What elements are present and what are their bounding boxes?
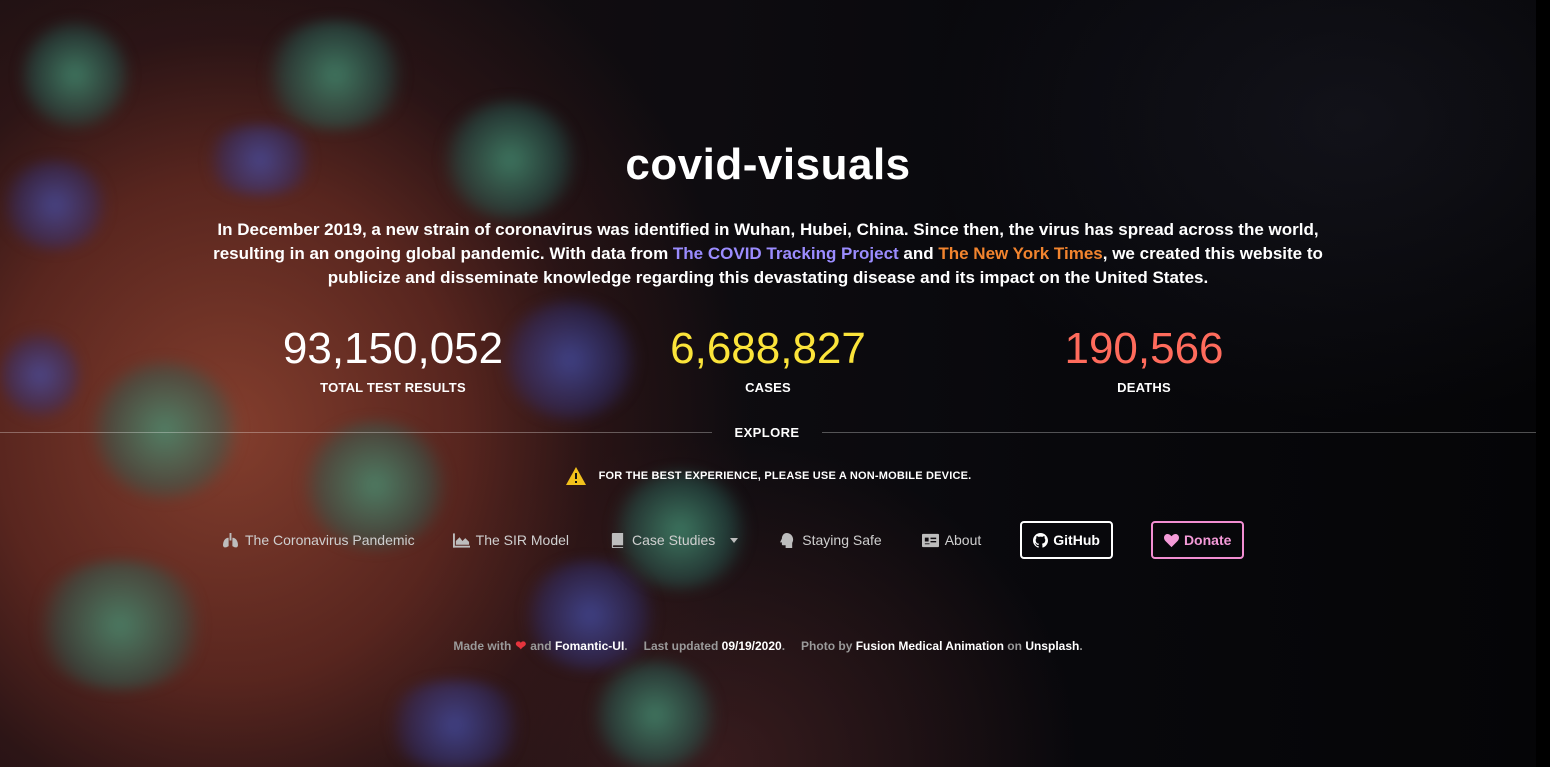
hero: covid-visuals In December 2019, a new st… xyxy=(0,0,1536,767)
stat-label: CASES xyxy=(745,380,791,395)
mobile-warning: FOR THE BEST EXPERIENCE, PLEASE USE A NO… xyxy=(0,466,1536,486)
intro-text: and xyxy=(898,244,939,263)
lungs-icon xyxy=(223,532,238,547)
nav-item-case-studies[interactable]: Case Studies xyxy=(609,532,739,548)
book-icon xyxy=(611,532,624,548)
heart-icon: ❤ xyxy=(515,638,527,653)
nav-item-coronavirus-pandemic[interactable]: The Coronavirus Pandemic xyxy=(222,532,415,548)
last-updated-date: 09/19/2020 xyxy=(721,639,782,653)
github-icon xyxy=(1033,532,1049,548)
nav-item-about[interactable]: About xyxy=(921,532,982,548)
id-card-icon xyxy=(921,533,939,547)
stat-value: 93,150,052 xyxy=(282,324,504,373)
warning-icon xyxy=(565,467,586,485)
nav-label: About xyxy=(944,532,982,548)
stat-cases: 6,688,827 CASES xyxy=(618,324,918,395)
fomantic-ui-link[interactable]: Fomantic-UI xyxy=(555,639,624,653)
nav-label: Case Studies xyxy=(632,532,716,548)
scrollbar[interactable] xyxy=(1536,0,1550,767)
stat-label: TOTAL TEST RESULTS xyxy=(320,380,466,395)
nav-label: The SIR Model xyxy=(475,532,570,548)
main-nav: The Coronavirus Pandemic The SIR Model C… xyxy=(222,520,1245,560)
github-button[interactable]: GitHub xyxy=(1020,521,1113,559)
page-title: covid-visuals xyxy=(625,140,911,189)
area-chart-icon xyxy=(452,532,470,548)
head-side-icon xyxy=(780,532,794,548)
donate-label: Donate xyxy=(1183,532,1232,548)
divider xyxy=(0,432,712,433)
stat-value: 190,566 xyxy=(1064,324,1224,373)
donate-button[interactable]: Donate xyxy=(1150,521,1245,559)
photographer-link[interactable]: Fusion Medical Animation xyxy=(856,639,1004,653)
unsplash-link[interactable]: Unsplash xyxy=(1025,639,1079,653)
nav-item-sir-model[interactable]: The SIR Model xyxy=(452,532,570,548)
footer-text: Made with xyxy=(453,639,512,653)
footer-text: and xyxy=(530,639,552,653)
footer-text: Photo by xyxy=(801,639,853,653)
stat-total-tests: 93,150,052 TOTAL TEST RESULTS xyxy=(243,324,543,395)
nav-item-staying-safe[interactable]: Staying Safe xyxy=(779,532,882,548)
covid-tracking-link[interactable]: The COVID Tracking Project xyxy=(673,244,899,263)
footer-text: Last updated xyxy=(643,639,719,653)
nav-label: Staying Safe xyxy=(802,532,882,548)
stat-deaths: 190,566 DEATHS xyxy=(994,324,1294,395)
footer: Made with ❤ and Fomantic-UI. Last update… xyxy=(453,638,1083,653)
footer-text: on xyxy=(1007,639,1022,653)
nyt-link[interactable]: The New York Times xyxy=(938,244,1102,263)
nav-label: The Coronavirus Pandemic xyxy=(245,532,415,548)
stat-value: 6,688,827 xyxy=(670,324,866,373)
chevron-down-icon[interactable] xyxy=(729,535,739,545)
explore-heading: EXPLORE xyxy=(734,425,800,440)
warning-text: FOR THE BEST EXPERIENCE, PLEASE USE A NO… xyxy=(598,470,972,482)
divider xyxy=(822,432,1536,433)
heart-icon xyxy=(1163,533,1179,547)
intro-paragraph: In December 2019, a new strain of corona… xyxy=(210,218,1326,290)
github-label: GitHub xyxy=(1053,532,1100,548)
stat-label: DEATHS xyxy=(1117,380,1171,395)
